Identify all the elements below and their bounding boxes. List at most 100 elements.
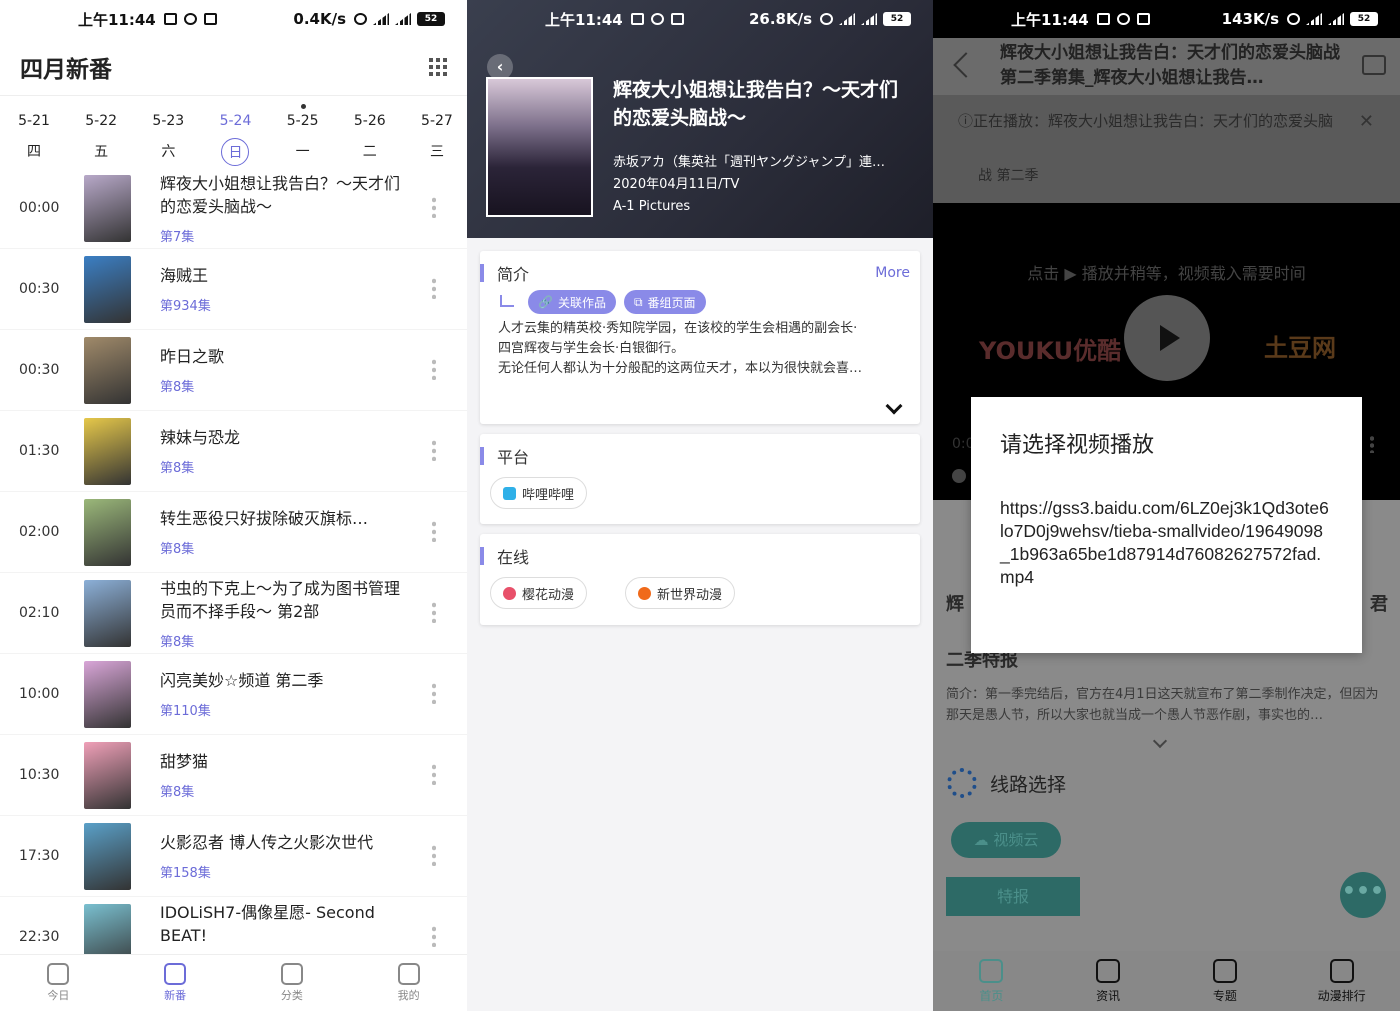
anime-name: 辉夜大小姐想让我告白？～天才们的恋爱头脑战～ xyxy=(160,173,401,216)
day-date: 5-24 xyxy=(219,113,252,129)
message-icon xyxy=(630,13,644,25)
nav-item[interactable]: 专题 xyxy=(1167,951,1284,1011)
more-vertical-icon[interactable] xyxy=(432,196,436,218)
anime-thumbnail xyxy=(84,174,131,242)
related-works-chip[interactable]: 🔗 关联作品 xyxy=(528,290,616,314)
page-title: 四月新番 xyxy=(20,56,112,83)
youku-logo: YOUKU优酷 xyxy=(979,337,1122,365)
nav-item[interactable]: 资讯 xyxy=(1050,951,1167,1011)
nav-item[interactable]: 首页 xyxy=(933,951,1050,1011)
nav-item[interactable]: 动漫排行 xyxy=(1283,951,1400,1011)
nav-item[interactable]: 新番 xyxy=(117,955,234,1011)
link-icon: 🔗 xyxy=(538,295,553,309)
day-tab[interactable]: 5-24 日 xyxy=(219,104,251,168)
more-fab-button[interactable]: ••• xyxy=(1340,872,1386,918)
close-icon[interactable]: ✕ xyxy=(1359,111,1374,132)
video-title: 辉夜大小姐想让我告白：天才们的恋爱头脑战 第二季第集_辉夜大小姐想让我告… xyxy=(1000,43,1340,88)
episode-label: 第158集 xyxy=(160,866,211,881)
anime-name: 甜梦猫 xyxy=(160,752,209,771)
episode-title-end: 君 xyxy=(1370,594,1388,615)
list-item[interactable]: 00:00 辉夜大小姐想让我告白？～天才们的恋爱头脑战～ 第7集 xyxy=(0,168,467,249)
episode-label: 第8集 xyxy=(160,785,195,800)
nav-item[interactable]: 分类 xyxy=(234,955,351,1011)
nav-label: 动漫排行 xyxy=(1317,989,1366,1003)
intro-line: 人才云集的精英校·秀知院学园，在该校的学生会相遇的副会长· xyxy=(498,321,858,336)
nav-item[interactable]: 今日 xyxy=(0,955,117,1011)
status-time: 上午11:44 xyxy=(1011,10,1089,29)
more-vertical-icon[interactable] xyxy=(432,844,436,866)
more-vertical-icon[interactable] xyxy=(432,277,436,299)
anime-thumbnail xyxy=(84,579,131,647)
day-tab[interactable]: 5-27 三 xyxy=(421,104,453,168)
day-tab[interactable]: 5-26 二 xyxy=(354,104,386,168)
studio: A-1 Pictures xyxy=(613,199,691,214)
new-world-icon xyxy=(638,586,652,600)
episode-label: 第8集 xyxy=(160,380,195,395)
alarm-icon xyxy=(820,13,833,25)
episode-label: 第7集 xyxy=(160,229,195,245)
special-episode-button[interactable]: 特报 xyxy=(946,877,1080,916)
expand-chevron-icon[interactable] xyxy=(885,397,903,415)
more-vertical-icon[interactable] xyxy=(432,358,436,380)
anime-thumbnail xyxy=(84,660,131,728)
more-vertical-icon[interactable] xyxy=(432,601,436,623)
more-vertical-icon[interactable] xyxy=(432,682,436,704)
list-item[interactable]: 10:00 闪亮美妙☆频道 第二季 第110集 xyxy=(0,654,467,735)
anime-name: 火影忍者 博人传之火影次世代 xyxy=(160,833,374,852)
video-url-option[interactable]: https://gss3.baidu.com/6LZ0ej3k1Qd3ote6l… xyxy=(1000,497,1330,589)
list-item[interactable]: 00:30 海贼王 第934集 xyxy=(0,249,467,330)
schedule-screen: 上午11:44 0.4K/s 52 四月新番 5-21 四 5-22 五 5-23 六 5-… xyxy=(0,0,467,1011)
list-item[interactable]: 17:30 火影忍者 博人传之火影次世代 第158集 xyxy=(0,816,467,897)
day-tab[interactable]: 5-23 六 xyxy=(152,104,184,168)
list-item[interactable]: 02:10 书虫的下克上～为了成为图书管理员而不择手段～ 第2部 第8集 xyxy=(0,573,467,654)
sakura-anime-chip[interactable]: 樱花动漫 xyxy=(490,577,588,609)
list-item[interactable]: 01:30 辣妹与恐龙 第8集 xyxy=(0,411,467,492)
status-bar: 上午11:44 0.4K/s 52 xyxy=(0,0,467,38)
more-vertical-icon[interactable] xyxy=(432,763,436,785)
air-date: 2020年04月11日/TV xyxy=(613,177,740,192)
list-item[interactable]: 10:30 甜梦猫第8集 xyxy=(0,735,467,816)
grid-icon[interactable] xyxy=(429,57,447,76)
nav-label: 首页 xyxy=(979,989,1004,1003)
anime-thumbnail xyxy=(84,417,131,485)
signal-icon xyxy=(1328,13,1344,25)
nav-icon xyxy=(164,963,187,985)
anime-thumbnail xyxy=(84,498,131,566)
day-tab[interactable]: 5-21 四 xyxy=(18,104,50,168)
list-item[interactable]: 00:30 昨日之歌 第8集 xyxy=(0,330,467,411)
program-page-chip[interactable]: ⧉ 番组页面 xyxy=(623,290,706,314)
anime-name: 辣妹与恐龙 xyxy=(160,428,241,447)
new-world-anime-chip[interactable]: 新世界动漫 xyxy=(625,577,736,609)
day-date: 5-21 xyxy=(18,113,50,129)
video-cloud-route-button[interactable]: ☁ 视频云 xyxy=(951,822,1061,858)
message-icon xyxy=(1096,13,1110,25)
more-vertical-icon[interactable] xyxy=(432,439,436,461)
nav-item[interactable]: 我的 xyxy=(350,955,467,1011)
message-icon xyxy=(163,13,177,25)
more-link[interactable]: More xyxy=(875,265,910,281)
day-tab[interactable]: 5-25 一 xyxy=(287,104,319,168)
day-tab[interactable]: 5-22 五 xyxy=(85,104,117,168)
air-time: 10:30 xyxy=(19,767,60,783)
back-arrow-icon[interactable] xyxy=(953,52,979,78)
list-item[interactable]: 02:00 转生恶役只好拔除破灭旗标… 第8集 xyxy=(0,492,467,573)
play-hint: 点击 ▶ 播放并稍等，视频载入需要时间 xyxy=(1027,264,1306,283)
expand-chevron-icon[interactable] xyxy=(1152,733,1168,749)
nav-icon xyxy=(1329,959,1354,983)
tudou-logo: 土豆网 xyxy=(1264,334,1336,362)
anime-thumbnail xyxy=(84,822,131,890)
video-select-dialog: 请选择视频播放 https://gss3.baidu.com/6LZ0ej3k1… xyxy=(971,397,1362,653)
more-options-icon[interactable] xyxy=(1370,435,1374,453)
list-item[interactable]: 22:30IDOLiSH7-偶像星愿- Second BEAT!第… xyxy=(0,897,467,954)
seek-handle[interactable] xyxy=(952,469,966,483)
status-time: 上午11:44 xyxy=(545,10,623,29)
play-button[interactable] xyxy=(1124,295,1210,381)
bilibili-chip[interactable]: 哔哩哔哩 xyxy=(490,477,588,509)
tv-icon[interactable] xyxy=(1362,55,1386,75)
now-playing-notice: ⓘ正在播放：辉夜大小姐想让我告白：天才们的恋爱头脑 战 第二季 ✕ xyxy=(933,95,1400,203)
cloud-icon: ☁ xyxy=(973,831,994,849)
nav-label: 资讯 xyxy=(1096,989,1121,1003)
air-time: 02:00 xyxy=(19,524,60,540)
more-vertical-icon[interactable] xyxy=(432,520,436,542)
more-vertical-icon[interactable] xyxy=(432,925,436,947)
